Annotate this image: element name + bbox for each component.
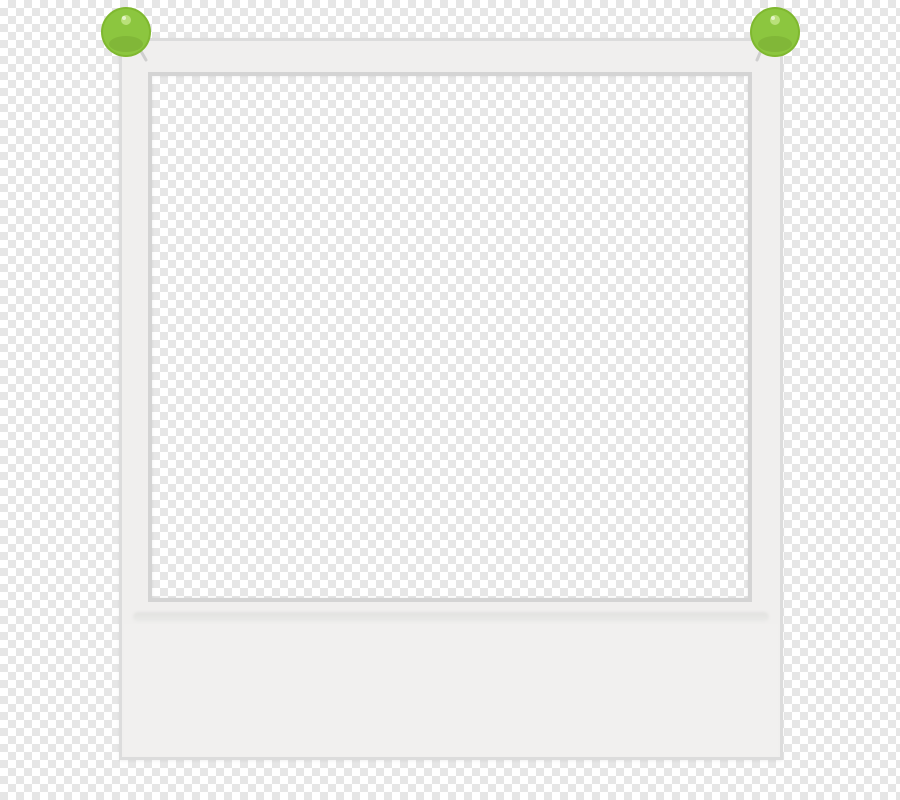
caption-area xyxy=(124,624,778,756)
pushpin-icon xyxy=(100,4,152,64)
photo-window xyxy=(148,72,752,602)
caption-divider-shadow xyxy=(133,612,769,622)
pushpin-icon xyxy=(749,4,801,64)
